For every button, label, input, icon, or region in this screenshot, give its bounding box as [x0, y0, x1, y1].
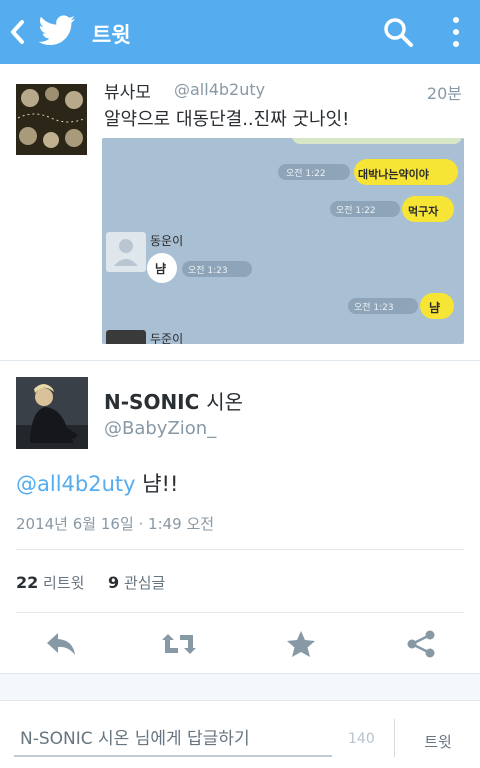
- chat-time: 오전 1:23: [188, 266, 228, 276]
- mention-link[interactable]: @all4b2uty: [16, 472, 136, 496]
- tweet-actions-bar: [0, 615, 480, 673]
- avatar[interactable]: [16, 84, 87, 155]
- tweet-text: 알약으로 대동단결..진짜 굿나잇!: [104, 109, 350, 130]
- chat-screenshot-image[interactable]: 대박나는약이야 오전 1:22 먹구자 오전 1:22 동운이 냠 오전 1:2…: [102, 138, 464, 344]
- author-handle[interactable]: @all4b2uty: [174, 80, 265, 99]
- chat-time: 오전 1:23: [354, 303, 394, 313]
- chat-sender: 동운이: [150, 234, 184, 248]
- character-counter: 140: [348, 731, 375, 747]
- author-name[interactable]: N-SONIC 시온: [104, 386, 243, 415]
- share-icon[interactable]: [404, 629, 438, 659]
- chat-sender: 두준이: [150, 332, 184, 344]
- chat-time: 오전 1:22: [336, 206, 376, 216]
- screen-title: 트윗: [92, 23, 131, 47]
- chat-time: 오전 1:22: [286, 169, 326, 179]
- tweet-timestamp: 2014년 6월 16일 · 1:49 오전: [16, 515, 215, 533]
- author-handle[interactable]: @BabyZion_: [104, 418, 216, 439]
- retweet-label[interactable]: 리트윗: [43, 574, 84, 592]
- retweet-icon[interactable]: [162, 629, 196, 659]
- author-name-korean: 시온: [206, 390, 244, 414]
- chat-text: 대박나는약이야: [358, 168, 429, 181]
- author-name-latin: N-SONIC: [104, 390, 200, 414]
- tweet-button[interactable]: 트윗: [408, 727, 468, 755]
- favorite-label[interactable]: 관심글: [124, 574, 165, 592]
- reply-icon[interactable]: [44, 629, 78, 659]
- reply-composer: 140 트윗: [0, 700, 480, 768]
- chat-text: 먹구자: [408, 205, 439, 218]
- overflow-menu-icon[interactable]: [448, 14, 464, 50]
- favorite-count[interactable]: 9: [108, 573, 119, 592]
- tweet-text-body: 냠!!: [135, 472, 179, 496]
- tweet-stats: 22 리트윗 9 관심글: [16, 572, 165, 593]
- section-separator: [0, 673, 480, 700]
- divider: [16, 549, 464, 550]
- tweet-time: 20분: [426, 84, 462, 103]
- reply-input[interactable]: [14, 723, 332, 757]
- chat-text: 냠: [429, 301, 441, 315]
- parent-tweet[interactable]: 뷰사모 @all4b2uty 20분 알약으로 대동단결..진짜 굿나잇! 대박…: [0, 64, 480, 361]
- divider: [394, 719, 395, 757]
- twitter-bird-icon[interactable]: [38, 15, 76, 47]
- star-icon[interactable]: [284, 629, 318, 659]
- tweet-text: @all4b2uty 냠!!: [16, 468, 178, 498]
- avatar[interactable]: [16, 377, 88, 449]
- divider: [16, 612, 464, 613]
- search-icon[interactable]: [382, 16, 414, 48]
- chevron-left-icon[interactable]: [8, 18, 26, 46]
- author-name[interactable]: 뷰사모: [104, 78, 151, 103]
- retweet-count[interactable]: 22: [16, 573, 38, 592]
- action-bar: 트윗: [0, 0, 480, 64]
- chat-text: 냠: [155, 262, 167, 276]
